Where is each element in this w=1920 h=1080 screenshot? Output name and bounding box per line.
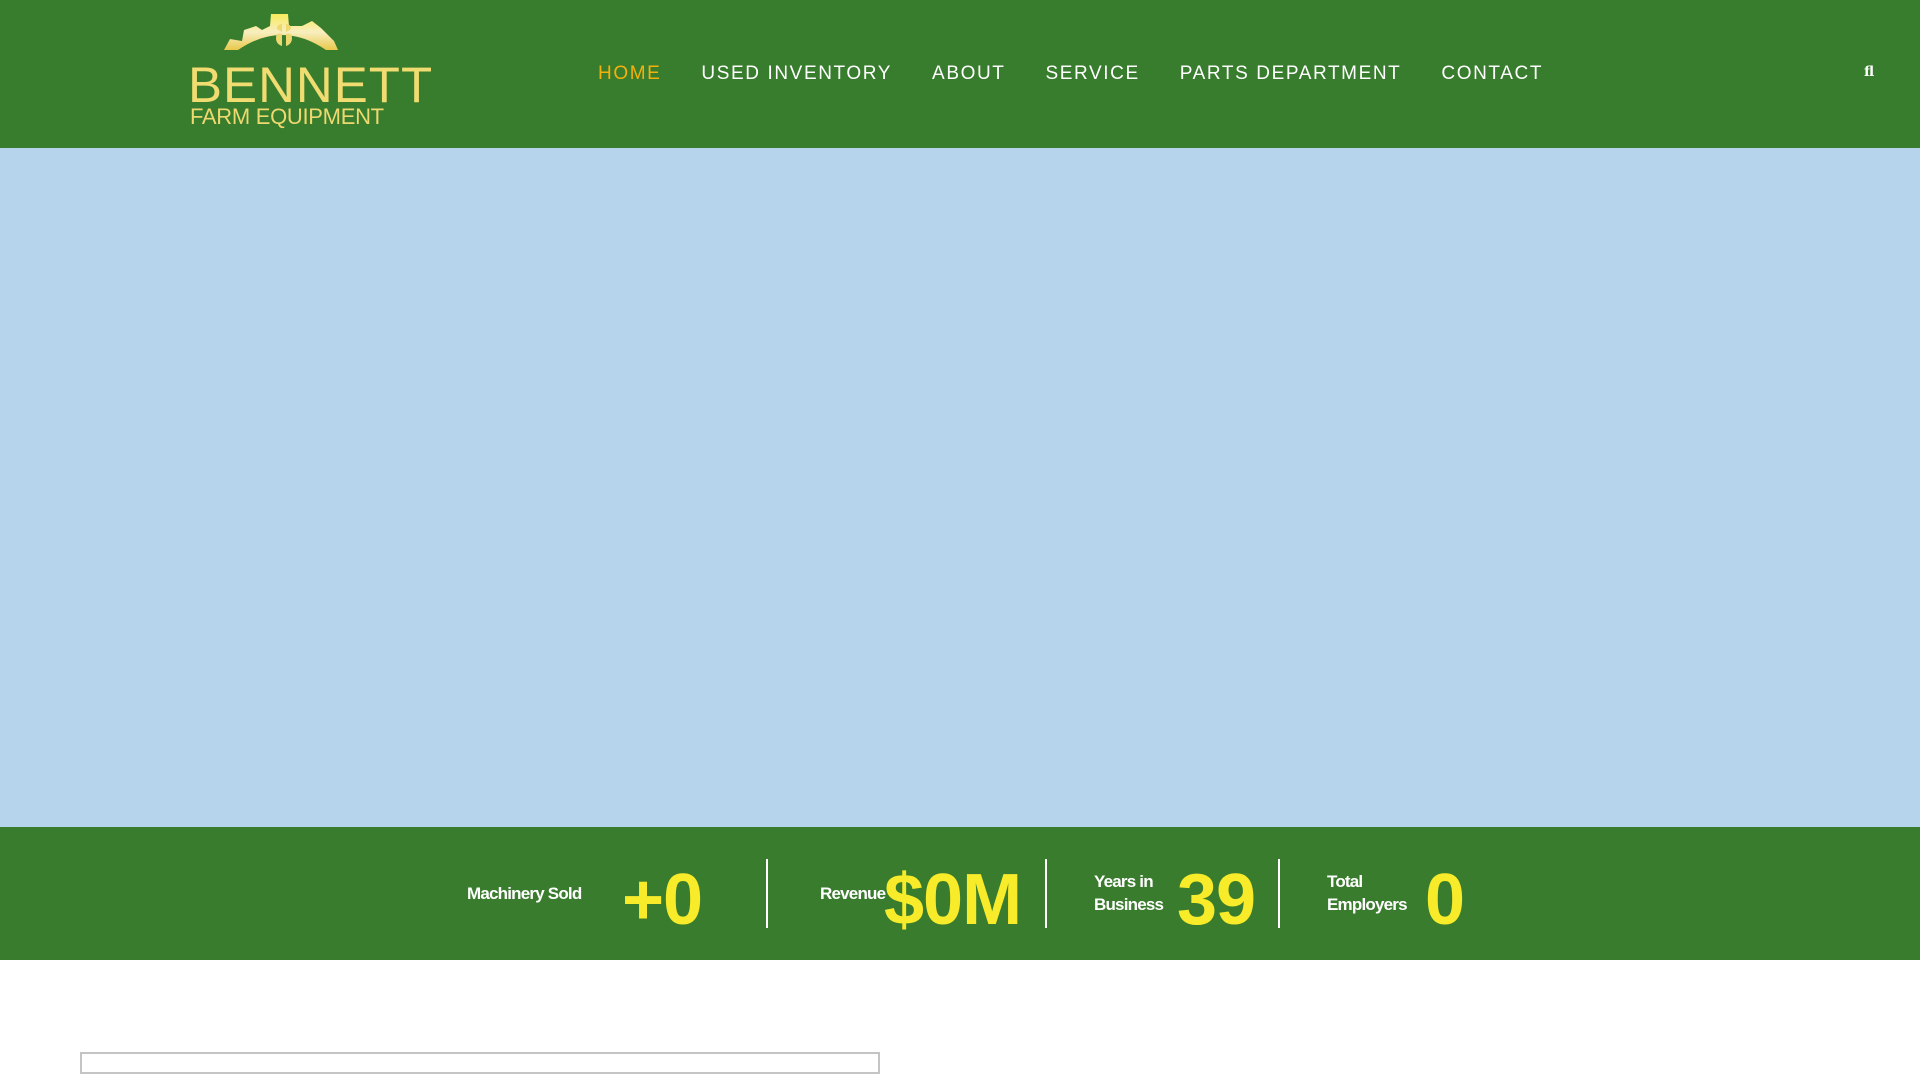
stat-label-line: Total: [1327, 872, 1363, 891]
content-box: [80, 1052, 880, 1074]
nav-contact[interactable]: CONTACT: [1441, 62, 1543, 86]
gear-wheat-icon: [224, 14, 338, 50]
stat-label-machinery-sold: Machinery Sold: [467, 884, 582, 903]
stat-label-line: Business: [1094, 895, 1164, 914]
stat-value-employers: 0: [1425, 860, 1465, 940]
stat-label-line: Years in: [1094, 872, 1154, 891]
nav-used-inventory[interactable]: USED INVENTORY: [701, 62, 892, 86]
nav-service[interactable]: SERVICE: [1046, 62, 1140, 86]
nav-home[interactable]: HOME: [598, 62, 661, 86]
stat-divider: [766, 859, 768, 928]
stat-divider: [1278, 859, 1280, 928]
logo-name: BENNETT: [188, 57, 434, 113]
stat-label-employers: Total Employers: [1327, 870, 1408, 916]
search-icon[interactable]: fl: [1864, 64, 1874, 80]
stat-label-years: Years in Business: [1094, 870, 1164, 916]
hero-banner: [0, 148, 1920, 827]
stat-label-line: Employers: [1327, 895, 1408, 914]
stat-value-machinery-sold: +0: [622, 860, 703, 940]
nav-parts-department[interactable]: PARTS DEPARTMENT: [1180, 62, 1402, 86]
stat-label-revenue: Revenue: [820, 884, 886, 903]
logo-tagline: FARM EQUIPMENT: [190, 104, 384, 129]
stat-value-years: 39: [1177, 860, 1256, 940]
stat-value-revenue: $0M: [884, 860, 1022, 940]
stat-divider: [1045, 859, 1047, 928]
bennett-logo[interactable]: BENNETT FARM EQUIPMENT: [188, 12, 432, 129]
stats-band: Machinery Sold +0 Revenue $0M Years in B…: [0, 827, 1920, 960]
nav-about[interactable]: ABOUT: [932, 62, 1005, 86]
site-header: BENNETT FARM EQUIPMENT HOME USED INVENTO…: [0, 0, 1920, 148]
main-nav: HOME USED INVENTORY ABOUT SERVICE PARTS …: [598, 62, 1583, 86]
